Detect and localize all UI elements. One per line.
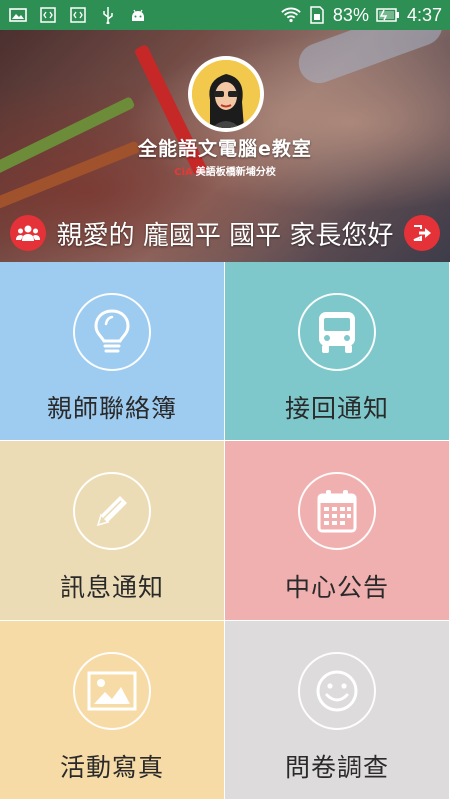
tile-label: 中心公告 (284, 573, 389, 602)
tile-pickup-notice[interactable]: 接回通知 (225, 262, 450, 441)
clock: 4:37 (406, 4, 442, 25)
menu-grid: 親師聯絡簿 接回通知 訊息通知 中心公告 活動寫真 問卷調查 (0, 262, 450, 800)
bus-icon (319, 312, 355, 353)
tile-survey[interactable]: 問卷調查 (225, 621, 450, 800)
tile-contact-book[interactable]: 親師聯絡簿 (0, 262, 225, 441)
calendar-icon (317, 490, 357, 533)
group-icon (16, 225, 40, 241)
tile-center-announcement[interactable]: 中心公告 (225, 441, 450, 621)
status-bar: 83% 4:37 (0, 0, 450, 30)
picture-icon (87, 671, 137, 711)
icon-circle (73, 293, 151, 371)
icon-circle (73, 652, 151, 730)
branch-name: 美語板橋新埔分校 (195, 167, 276, 178)
icon-circle (298, 472, 376, 550)
tile-label: 親師聯絡簿 (46, 394, 177, 423)
battery-icon (375, 6, 401, 24)
tile-label: 訊息通知 (59, 573, 164, 602)
tile-label: 接回通知 (284, 394, 389, 423)
brand-title: 全能語文電腦e教室 (138, 138, 312, 160)
pencil-icon (96, 496, 127, 527)
group-button[interactable] (10, 215, 46, 251)
pencil-decoration (293, 30, 448, 89)
lightbulb-icon (94, 309, 130, 353)
code-icon (68, 6, 88, 24)
greeting-text: 親愛的 龐國平 國平 家長您好 (56, 220, 394, 251)
wifi-icon (281, 6, 301, 24)
icon-circle (298, 652, 376, 730)
sim-icon (307, 6, 327, 24)
logout-button[interactable] (404, 215, 440, 251)
brand-subtitle: CiA 美語板橋新埔分校 (0, 163, 450, 178)
logout-icon (413, 225, 431, 241)
tile-activity-photos[interactable]: 活動寫真 (0, 621, 225, 800)
tile-message-notice[interactable]: 訊息通知 (0, 441, 225, 621)
tile-label: 活動寫真 (59, 753, 164, 782)
smiley-icon (316, 670, 358, 712)
icon-circle (298, 293, 376, 371)
brand-logo-tag: CiA (174, 167, 193, 178)
avatar (188, 56, 264, 132)
code-icon (38, 6, 58, 24)
usb-icon (98, 6, 118, 24)
tile-label: 問卷調查 (284, 753, 389, 782)
icon-circle (73, 472, 151, 550)
greeting-bar: 親愛的 龐國平 國平 家長您好 (0, 212, 450, 254)
battery-percent: 83% (332, 4, 369, 25)
image-icon (8, 6, 28, 24)
header-banner: 全能語文電腦e教室 CiA 美語板橋新埔分校 親愛的 龐國平 國平 家長您好 (0, 30, 450, 262)
android-icon (128, 6, 148, 24)
